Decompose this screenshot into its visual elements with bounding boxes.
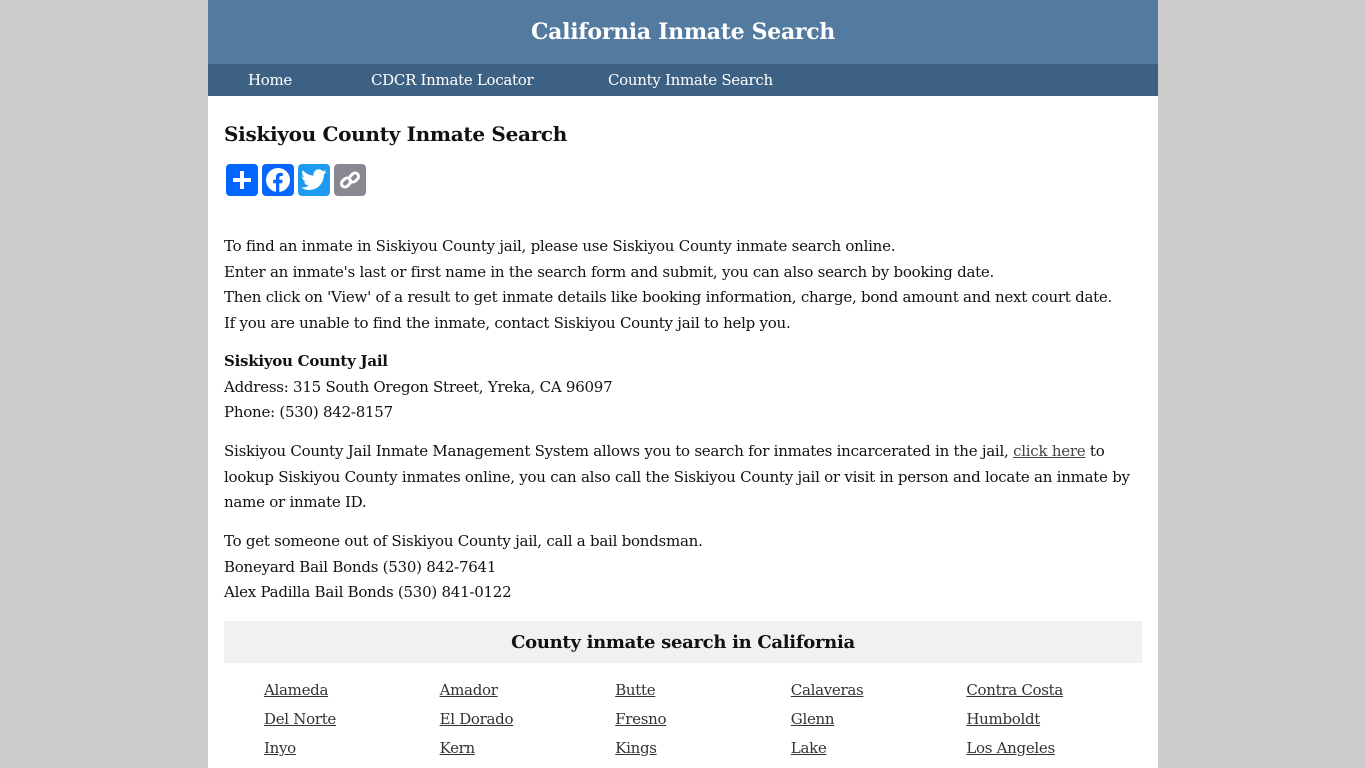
intro-line: Enter an inmate's last or first name in … — [224, 262, 995, 281]
twitter-icon — [301, 169, 327, 190]
intro-line: If you are unable to find the inmate, co… — [224, 313, 791, 332]
bondsman-item: Boneyard Bail Bonds (530) 842-7641 — [224, 557, 497, 576]
county-links-grid: Alameda Amador Butte Calaveras Contra Co… — [264, 680, 1144, 759]
county-link[interactable]: Fresno — [615, 709, 791, 730]
jail-address: Address: 315 South Oregon Street, Yreka,… — [224, 377, 613, 396]
county-link[interactable]: Amador — [440, 680, 616, 701]
intro-paragraph: To find an inmate in Siskiyou County jai… — [224, 234, 1142, 336]
page-title: Siskiyou County Inmate Search — [224, 122, 568, 146]
share-buttons — [226, 164, 366, 196]
bondsman-item: Alex Padilla Bail Bonds (530) 841-0122 — [224, 583, 512, 602]
county-link[interactable]: Contra Costa — [966, 680, 1142, 701]
county-link[interactable]: Glenn — [791, 709, 967, 730]
intro-line: To find an inmate in Siskiyou County jai… — [224, 237, 896, 255]
twitter-share-button[interactable] — [298, 164, 330, 196]
county-link[interactable]: Lake — [791, 738, 967, 759]
county-link[interactable]: Del Norte — [264, 709, 440, 730]
plus-icon — [233, 171, 251, 189]
facebook-icon — [266, 168, 290, 192]
intro-line: Then click on 'View' of a result to get … — [224, 288, 1113, 307]
share-button[interactable] — [226, 164, 258, 196]
site-title-link[interactable]: California Inmate Search — [531, 19, 835, 45]
county-section-title: County inmate search in California — [511, 631, 855, 653]
county-link[interactable]: Kings — [615, 738, 791, 759]
county-link[interactable]: Butte — [615, 680, 791, 701]
copy-link-button[interactable] — [334, 164, 366, 196]
site-header: California Inmate Search — [208, 0, 1158, 64]
county-link[interactable]: Calaveras — [791, 680, 967, 701]
main-nav: Home CDCR Inmate Locator County Inmate S… — [208, 64, 1158, 96]
click-here-link[interactable]: click here — [1013, 442, 1086, 460]
ims-text-before: Siskiyou County Jail Inmate Management S… — [224, 442, 1014, 460]
jail-name: Siskiyou County Jail — [224, 352, 388, 370]
page-container: California Inmate Search Home CDCR Inmat… — [208, 0, 1158, 768]
bail-intro: To get someone out of Siskiyou County ja… — [224, 532, 703, 550]
facebook-share-button[interactable] — [262, 164, 294, 196]
bail-info: To get someone out of Siskiyou County ja… — [224, 529, 1142, 606]
nav-item-home[interactable]: Home — [248, 71, 292, 89]
jail-phone: Phone: (530) 842-8157 — [224, 403, 393, 422]
county-link[interactable]: Los Angeles — [966, 738, 1142, 759]
nav-item-county-inmate-search[interactable]: County Inmate Search — [608, 71, 773, 89]
county-link[interactable]: Humboldt — [966, 709, 1142, 730]
county-link[interactable]: Inyo — [264, 738, 440, 759]
county-link[interactable]: El Dorado — [440, 709, 616, 730]
jail-info: Siskiyou County Jail Address: 315 South … — [224, 349, 1142, 426]
county-link[interactable]: Alameda — [264, 680, 440, 701]
county-link[interactable]: Kern — [440, 738, 616, 759]
link-icon — [339, 171, 361, 189]
nav-item-cdcr-inmate-locator[interactable]: CDCR Inmate Locator — [371, 71, 534, 89]
ims-paragraph: Siskiyou County Jail Inmate Management S… — [224, 439, 1142, 516]
county-section-header: County inmate search in California — [224, 621, 1142, 663]
